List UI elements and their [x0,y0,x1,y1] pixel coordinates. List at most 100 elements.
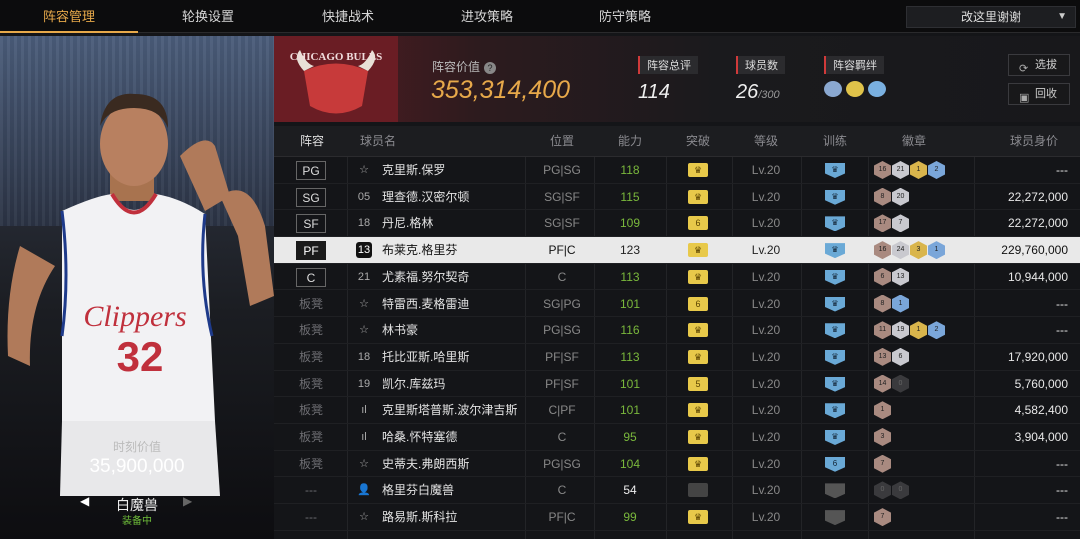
training-icon[interactable]: ♛ [825,163,845,178]
training-icon[interactable]: ♛ [825,403,845,419]
badge-list[interactable]: 1 [874,401,891,420]
lineup-slot[interactable]: SG [296,187,326,207]
lineup-slot[interactable]: SF [296,214,326,234]
player-name[interactable]: 克里斯塔普斯.波尔津吉斯 [382,397,517,423]
breakthrough-icon[interactable]: ♛ [688,403,708,418]
lineup-slot[interactable]: 板凳 [296,344,326,370]
player-position: PF|SF [545,376,579,391]
breakthrough-icon[interactable]: 5 [688,376,708,391]
recycle-button[interactable]: ▣ 回收 [1008,83,1070,105]
tab-lineup[interactable]: 阵容管理 [0,0,138,33]
breakthrough-icon[interactable]: ♛ [688,323,708,338]
table-row[interactable]: 板凳 ☆ 特雷西.麦格雷迪 SG|PG 101 6 Lv.20 ♛ 8 1 --- [274,291,1080,318]
training-icon[interactable]: ♛ [825,376,845,392]
table-row[interactable]: 板凳 ☆ 史蒂夫.弗朗西斯 PG|SG 104 ♛ Lv.20 6 7 --- [274,451,1080,478]
next-arrow-icon[interactable]: ▶ [183,494,192,508]
tab-offense[interactable]: 进攻策略 [418,0,556,33]
bond-icons[interactable] [824,81,886,97]
player-name[interactable]: 丹尼.格林 [382,210,433,236]
lineup-slot[interactable]: 板凳 [296,317,326,343]
player-name[interactable]: 格里芬白魔兽 [382,477,454,503]
table-row[interactable]: --- ☆ 路易斯.斯科拉 PF|C 99 ♛ Lv.20 7 --- [274,504,1080,531]
lineup-slot[interactable]: --- [296,477,326,503]
badge-list[interactable]: 00 [874,481,909,500]
breakthrough-icon[interactable]: ♛ [688,510,708,525]
lineup-slot[interactable]: 板凳 [296,371,326,397]
breakthrough-icon[interactable]: ♛ [688,349,708,364]
tab-rotation[interactable]: 轮换设置 [138,0,278,33]
table-row[interactable]: PG ☆ 克里斯.保罗 PG|SG 118 ♛ Lv.20 ♛ 16 21 1 2 --- [274,157,1080,184]
training-icon[interactable]: ♛ [825,323,845,339]
training-icon[interactable]: ♛ [825,216,845,232]
training-icon[interactable]: ♛ [825,296,845,312]
player-name[interactable]: 尤素福.努尔契奇 [382,264,469,290]
badge-list[interactable]: 7 [874,508,891,527]
col-ability: 能力 [617,134,642,148]
breakthrough-icon[interactable] [688,483,708,498]
training-icon[interactable] [825,483,845,499]
badge-list[interactable]: 6 13 [874,267,909,286]
player-name[interactable]: 理查德.汉密尔顿 [382,184,469,210]
training-icon[interactable]: ♛ [825,189,845,205]
lineup-slot[interactable]: 板凳 [296,451,326,477]
bond-icon[interactable] [824,81,842,97]
badge-list[interactable]: 3 [874,428,891,446]
badge-list[interactable]: 81 [874,294,909,313]
training-icon[interactable]: ♛ [825,349,845,365]
breakthrough-icon[interactable]: ♛ [688,189,708,204]
badge-list[interactable]: 14 0 [874,374,909,393]
breakthrough-icon[interactable]: ♛ [688,456,708,471]
breakthrough-icon[interactable]: ♛ [688,269,708,284]
tab-quick-tactics[interactable]: 快捷战术 [278,0,418,33]
table-row[interactable]: 板凳 18 托比亚斯.哈里斯 PF|SF 113 ♛ Lv.20 ♛ 13 6 17,920,000 [274,344,1080,371]
player-name[interactable]: 托比亚斯.哈里斯 [382,344,469,370]
training-icon[interactable] [825,510,845,526]
badge-list[interactable]: 8 20 [874,187,909,206]
select-button[interactable]: ⟳ 选拔 [1008,54,1070,76]
bond-icon[interactable] [868,81,886,97]
lineup-slot[interactable]: 板凳 [296,397,326,423]
training-icon[interactable]: ♛ [825,243,845,259]
breakthrough-icon[interactable]: ♛ [688,430,708,444]
bond-icon[interactable] [846,81,864,97]
player-name[interactable]: 布莱克.格里芬 [382,237,457,263]
help-icon[interactable]: ? [484,62,497,74]
player-name[interactable]: 路易斯.斯科拉 [382,504,457,530]
lineup-dropdown[interactable]: 改这里谢谢 ▼ [906,6,1076,28]
lineup-slot[interactable]: --- [296,504,326,530]
badge-list[interactable]: 13 6 [874,347,909,366]
tab-defense[interactable]: 防守策略 [556,0,694,33]
table-row[interactable]: 板凳 ☆ 林书豪 PG|SG 116 ♛ Lv.20 ♛ 11 19 1 2 --- [274,317,1080,344]
player-name[interactable]: 史蒂夫.弗朗西斯 [382,451,469,477]
lineup-slot[interactable]: 板凳 [296,291,326,317]
table-row[interactable]: 板凳 ıl 克里斯塔普斯.波尔津吉斯 C|PF 101 ♛ Lv.20 ♛ 1 4,582,400 [274,397,1080,424]
table-row[interactable]: PF 13 布莱克.格里芬 PF|C 123 ♛ Lv.20 ♛ 16 24 3 1 229,760,0… [274,237,1080,264]
table-row[interactable]: C 21 尤素福.努尔契奇 C 113 ♛ Lv.20 ♛ 6 13 10,944,000 [274,264,1080,291]
player-name[interactable]: 特雷西.麦格雷迪 [382,291,469,317]
training-icon[interactable]: 6 [825,456,845,472]
player-name[interactable]: 林书豪 [382,317,418,343]
training-icon[interactable]: ♛ [825,430,845,445]
table-row[interactable]: 板凳 19 凯尔.库兹玛 PF|SF 101 5 Lv.20 ♛ 14 0 5,760,000 [274,371,1080,398]
breakthrough-icon[interactable]: 6 [688,216,708,231]
lineup-slot[interactable]: PF [296,241,326,261]
lineup-slot[interactable]: 板凳 [296,424,326,450]
player-name[interactable]: 凯尔.库兹玛 [382,371,445,397]
table-row[interactable]: 板凳 ıl 哈桑.怀特塞德 C 95 ♛ Lv.20 ♛ 3 3,904,000 [274,424,1080,451]
breakthrough-icon[interactable]: ♛ [688,243,708,258]
badge-list[interactable]: 16 24 3 1 [874,241,945,260]
breakthrough-icon[interactable]: ♛ [688,163,708,177]
player-name[interactable]: 克里斯.保罗 [382,157,445,183]
training-icon[interactable]: ♛ [825,269,845,285]
player-name[interactable]: 哈桑.怀特塞德 [382,424,457,450]
breakthrough-icon[interactable]: 6 [688,296,708,311]
table-row[interactable]: SF 18 丹尼.格林 SG|SF 109 6 Lv.20 ♛ 17 7 22,272,000 [274,210,1080,238]
badge-list[interactable]: 17 7 [874,214,909,233]
badge-list[interactable]: 11 19 1 2 [874,321,945,340]
lineup-slot[interactable]: C [296,267,326,287]
lineup-slot[interactable]: PG [296,161,326,180]
table-row[interactable]: SG 05 理查德.汉密尔顿 SG|SF 115 ♛ Lv.20 ♛ 8 20 22,272,000 [274,184,1080,211]
badge-list[interactable]: 7 [874,454,891,473]
table-row[interactable]: --- 👤 格里芬白魔兽 C 54 Lv.20 0 0 --- [274,477,1080,505]
badge-list[interactable]: 16 21 1 2 [874,161,945,179]
